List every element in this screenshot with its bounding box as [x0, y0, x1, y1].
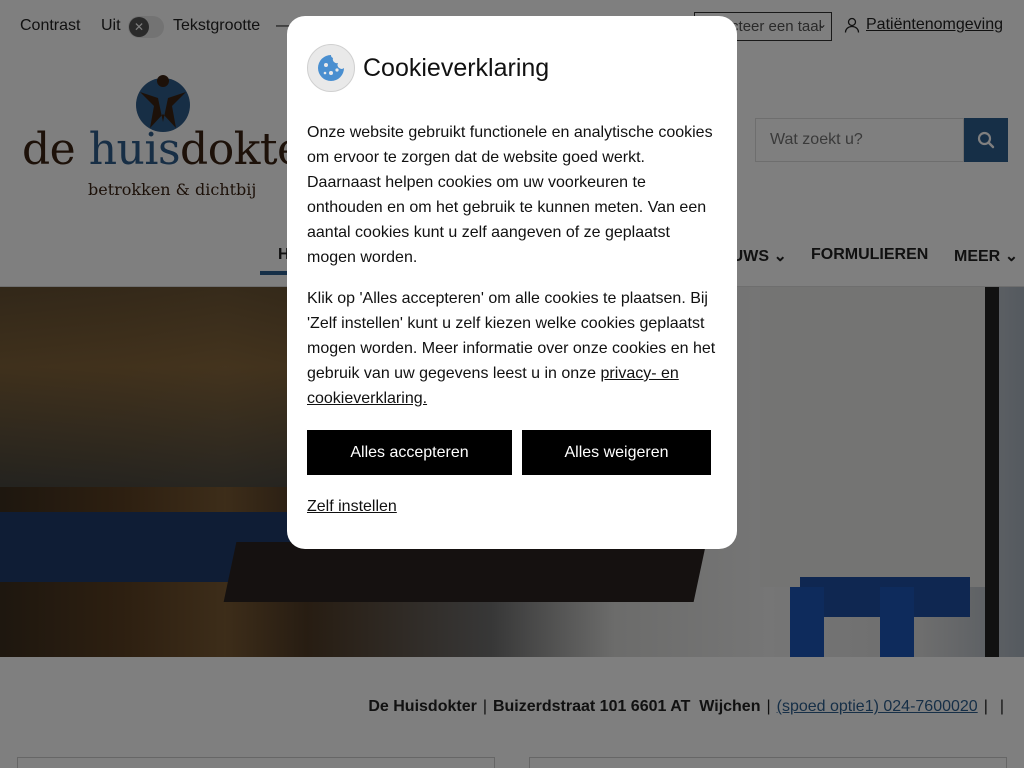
customize-cookies-link[interactable]: Zelf instellen	[307, 498, 397, 516]
cookie-actions: Alles accepteren Alles weigeren	[307, 430, 711, 475]
accept-all-button[interactable]: Alles accepteren	[307, 430, 512, 475]
cookie-paragraph-1: Onze website gebruikt functionele en ana…	[307, 124, 713, 266]
cookie-dialog-title: Cookieverklaring	[363, 53, 550, 82]
cookie-paragraph-2: Klik op 'Alles accepteren' om alle cooki…	[307, 290, 716, 407]
cookie-icon	[307, 44, 355, 92]
cookie-dialog-body: Onze website gebruikt functionele en ana…	[307, 120, 717, 411]
cookie-dialog: Cookieverklaring Onze website gebruikt f…	[287, 16, 737, 549]
cookie-dialog-header: Cookieverklaring	[307, 44, 717, 92]
reject-all-button[interactable]: Alles weigeren	[522, 430, 711, 475]
